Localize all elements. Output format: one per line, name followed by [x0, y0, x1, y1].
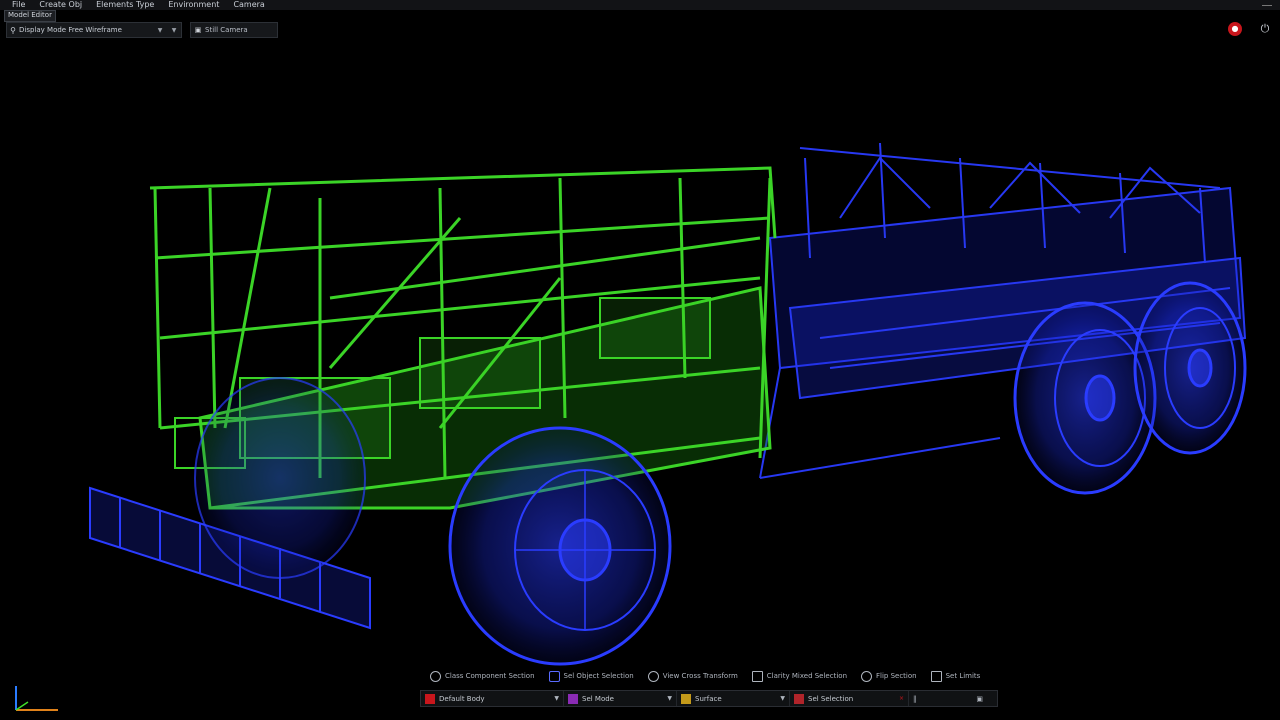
power-icon[interactable]: ⏻: [1258, 22, 1272, 36]
rear-wheel-2: [1133, 281, 1247, 455]
color-swatch: [681, 693, 691, 704]
chevron-down-icon[interactable]: ▼: [167, 27, 181, 34]
camera-view-label: Still Camera: [205, 26, 248, 34]
mode-object-selection[interactable]: Sel Object Selection: [548, 670, 634, 682]
circle-icon: [647, 670, 659, 682]
menu-file[interactable]: File: [0, 0, 32, 10]
rear-wheel-1: [1013, 301, 1157, 495]
3d-viewport[interactable]: [0, 38, 1280, 668]
front-wheel: [448, 426, 672, 666]
search-icon: ⚲: [10, 25, 16, 35]
mode-class-component[interactable]: Class Component Section: [430, 670, 535, 682]
chevron-down-icon[interactable]: ▼: [153, 27, 167, 34]
body-dropdown[interactable]: Default Body ▼: [421, 691, 564, 706]
record-button[interactable]: ●: [1228, 22, 1242, 36]
color-swatch: [568, 693, 578, 704]
mode-toolbar: Class Component Section Sel Object Selec…: [430, 669, 990, 683]
mode-flip-section[interactable]: Flip Section: [861, 670, 917, 682]
circle-icon: [430, 670, 441, 682]
axis-gizmo: [15, 686, 58, 711]
camera-view-button[interactable]: ▣ Still Camera: [190, 22, 278, 38]
chevron-down-icon: ▼: [554, 695, 559, 702]
menu-elements-type[interactable]: Elements Type: [89, 0, 161, 10]
chevron-down-icon: ▼: [667, 695, 672, 702]
chevron-down-icon: ▼: [780, 695, 785, 702]
slider-icon[interactable]: ‖: [913, 695, 917, 703]
front-left-wheel: [194, 377, 366, 579]
mode-cross-transform[interactable]: View Cross Transform: [647, 670, 738, 682]
mode-mixed-selection[interactable]: Clarity Mixed Selection: [751, 670, 847, 682]
wireframe-model: [89, 142, 1247, 666]
menu-bar: File Create Obj Elements Type Environmen…: [0, 0, 1280, 10]
camera-icon: ▣: [194, 26, 202, 34]
expand-icon[interactable]: ▣: [976, 695, 983, 703]
color-swatch: [794, 693, 804, 704]
circle-icon: [861, 670, 872, 682]
display-mode-dropdown[interactable]: ⚲ Display Mode Free Wireframe ▼ ▼: [6, 22, 182, 38]
layers-icon: [548, 670, 560, 682]
menu-camera[interactable]: Camera: [226, 0, 271, 10]
menu-create-obj[interactable]: Create Obj: [32, 0, 89, 10]
cube-icon: [751, 670, 763, 682]
selection-dropdown[interactable]: Sel Selection ×: [790, 691, 909, 706]
view-controls[interactable]: ‖ ▣: [909, 691, 987, 706]
menu-environment[interactable]: Environment: [161, 0, 226, 10]
display-mode-value: Display Mode Free Wireframe: [19, 26, 122, 34]
close-icon: ×: [898, 695, 904, 702]
minimize-icon[interactable]: [1262, 4, 1272, 6]
square-icon: [930, 670, 942, 682]
bottom-property-bar: Default Body ▼ Sel Mode ▼ Surface ▼ Sel …: [420, 690, 998, 707]
document-tab[interactable]: Model Editor: [4, 10, 56, 22]
surface-dropdown[interactable]: Surface ▼: [677, 691, 790, 706]
color-swatch: [425, 693, 435, 704]
mode-dropdown[interactable]: Sel Mode ▼: [564, 691, 677, 706]
mode-set-limits[interactable]: Set Limits: [930, 670, 980, 682]
